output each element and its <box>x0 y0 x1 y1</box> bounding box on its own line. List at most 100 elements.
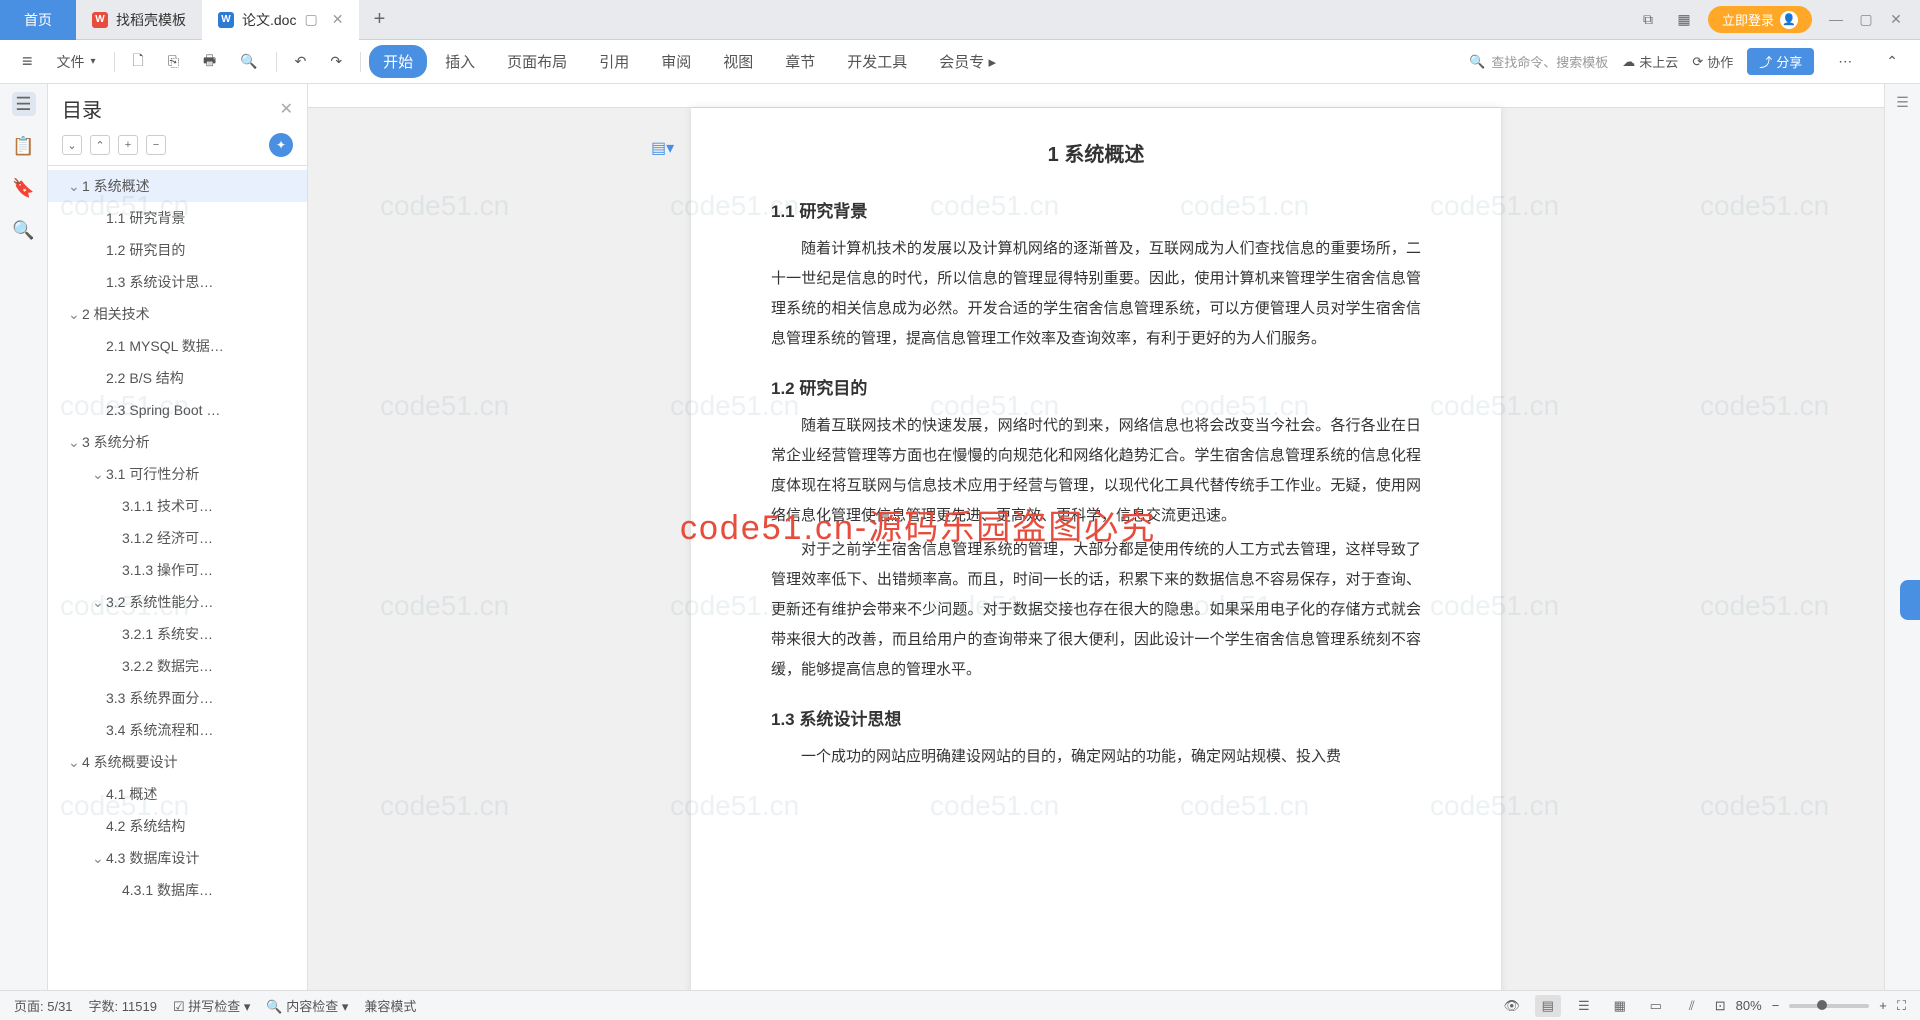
undo-icon[interactable]: ↶ <box>285 47 317 76</box>
outline-item[interactable]: ⌄3 系统分析 <box>48 426 307 458</box>
zoom-level[interactable]: 80% <box>1736 998 1762 1013</box>
outline-item[interactable]: 1.1 研究背景 <box>48 202 307 234</box>
save-icon[interactable]: 🗋 <box>123 44 154 80</box>
zoom-slider[interactable] <box>1789 1004 1869 1008</box>
outline-item[interactable]: 2.2 B/S 结构 <box>48 362 307 394</box>
search-icon: 🔍 <box>1469 54 1485 70</box>
app-icon: W <box>92 12 108 28</box>
tab-template[interactable]: W 找稻壳模板 <box>76 0 202 40</box>
login-button[interactable]: 立即登录 👤 <box>1708 6 1812 33</box>
command-search[interactable]: 🔍 查找命令、搜索模板 <box>1469 52 1608 71</box>
window-maximize[interactable]: ▢ <box>1854 11 1878 28</box>
outline-item[interactable]: ⌄1 系统概述 <box>48 170 307 202</box>
preview-icon[interactable]: 🔍 <box>230 47 267 76</box>
page-view-icon[interactable]: ▤ <box>1535 995 1561 1017</box>
ribbon-chapter[interactable]: 章节 <box>771 45 829 78</box>
outline-item[interactable]: 2.3 Spring Boot … <box>48 394 307 426</box>
more-icon[interactable]: ⋯ <box>1828 47 1862 76</box>
search-panel-icon[interactable]: 🔍 <box>12 218 36 242</box>
outline-tree[interactable]: ⌄1 系统概述1.1 研究背景1.2 研究目的1.3 系统设计思…⌄2 相关技术… <box>48 166 307 990</box>
outline-item[interactable]: ⌄3.1 可行性分析 <box>48 458 307 490</box>
minimize-tab-icon[interactable]: ▢ <box>304 11 317 28</box>
compat-mode[interactable]: 兼容模式 <box>364 996 416 1015</box>
tab-home[interactable]: 首页 <box>0 0 76 40</box>
outline-icon[interactable]: ☰ <box>12 92 36 116</box>
outline-item[interactable]: 2.1 MYSQL 数据… <box>48 330 307 362</box>
apps-icon[interactable]: ▦ <box>1672 8 1696 32</box>
window-minimize[interactable]: — <box>1824 11 1848 28</box>
outline-item[interactable]: 4.3.1 数据库… <box>48 874 307 906</box>
page-options-icon[interactable]: ▤▾ <box>651 138 674 158</box>
zoom-in-icon[interactable]: + <box>1879 998 1887 1013</box>
outline-title: 目录 <box>62 94 102 123</box>
file-menu[interactable]: 文件▾ <box>47 46 106 78</box>
side-tab[interactable] <box>1900 580 1920 620</box>
outline-item[interactable]: ⌄3.2 系统性能分… <box>48 586 307 618</box>
outline-item[interactable]: 3.1.1 技术可… <box>48 490 307 522</box>
layout-icon[interactable]: ⧉ <box>1636 8 1660 32</box>
spell-check[interactable]: ☑ 拼写检查 ▾ <box>173 996 250 1015</box>
reading-view-icon[interactable]: ▭ <box>1643 995 1669 1017</box>
outline-item[interactable]: 3.2.2 数据完… <box>48 650 307 682</box>
outline-item[interactable]: 3.1.2 经济可… <box>48 522 307 554</box>
redo-icon[interactable]: ↷ <box>320 47 352 76</box>
outline-item[interactable]: 3.2.1 系统安… <box>48 618 307 650</box>
print-icon[interactable]: 🖶 <box>193 44 226 80</box>
outline-item[interactable]: 3.4 系统流程和… <box>48 714 307 746</box>
outline-view-icon[interactable]: ☰ <box>1571 995 1597 1017</box>
split-view-icon[interactable]: ⫽ <box>1679 995 1705 1017</box>
save-as-icon[interactable]: ⎘ <box>158 47 189 76</box>
clipboard-icon[interactable]: 📋 <box>12 134 36 158</box>
collab-button[interactable]: ⟳ 协作 <box>1692 52 1733 71</box>
outline-item[interactable]: 3.1.3 操作可… <box>48 554 307 586</box>
outline-item[interactable]: 1.2 研究目的 <box>48 234 307 266</box>
outline-item[interactable]: 4.2 系统结构 <box>48 810 307 842</box>
content-check[interactable]: 🔍 内容检查 ▾ <box>266 996 348 1015</box>
expand-all-icon[interactable]: ⌃ <box>90 135 110 155</box>
ribbon-view[interactable]: 视图 <box>709 45 767 78</box>
collapse-all-icon[interactable]: ⌄ <box>62 135 82 155</box>
heading-2: 1.3 系统设计思想 <box>771 705 1421 730</box>
paragraph: 随着计算机技术的发展以及计算机网络的逐渐普及，互联网成为人们查找信息的重要场所，… <box>771 234 1421 354</box>
ribbon-layout[interactable]: 页面布局 <box>493 45 581 78</box>
ruler[interactable] <box>308 84 1884 108</box>
word-count[interactable]: 字数: 11519 <box>89 996 157 1015</box>
outline-item[interactable]: ⌄4.3 数据库设计 <box>48 842 307 874</box>
outline-item[interactable]: ⌄2 相关技术 <box>48 298 307 330</box>
ai-icon[interactable]: ✦ <box>269 133 293 157</box>
ribbon-insert[interactable]: 插入 <box>431 45 489 78</box>
remove-heading-icon[interactable]: − <box>146 135 166 155</box>
share-button[interactable]: ⤴ 分享 <box>1747 48 1814 75</box>
close-tab-icon[interactable]: ✕ <box>332 11 344 28</box>
ribbon-review[interactable]: 审阅 <box>647 45 705 78</box>
fullscreen-icon[interactable]: ⛶ <box>1897 998 1906 1014</box>
ribbon-reference[interactable]: 引用 <box>585 45 643 78</box>
menu-button[interactable]: ≡ <box>12 45 43 78</box>
outline-item[interactable]: ⌄4 系统概要设计 <box>48 746 307 778</box>
ribbon-member[interactable]: 会员专 ▸ <box>925 45 1010 78</box>
ribbon-developer[interactable]: 开发工具 <box>833 45 921 78</box>
ribbon-start[interactable]: 开始 <box>369 45 427 78</box>
outline-item[interactable]: 3.3 系统界面分… <box>48 682 307 714</box>
tab-document[interactable]: W 论文.doc ▢ ✕ <box>202 0 359 40</box>
bookmark-icon[interactable]: 🔖 <box>12 176 36 200</box>
heading-1: 1 系统概述 <box>771 138 1421 167</box>
panel-toggle-icon[interactable]: ☰ <box>1896 94 1909 111</box>
window-close[interactable]: ✕ <box>1884 11 1908 28</box>
new-tab-button[interactable]: + <box>359 8 399 31</box>
document-area[interactable]: ▤▾ 1 系统概述 1.1 研究背景随着计算机技术的发展以及计算机网络的逐渐普及… <box>308 84 1884 990</box>
focus-mode-icon[interactable]: 👁 <box>1499 995 1525 1017</box>
share-icon: ⤴ <box>1759 52 1772 71</box>
collab-icon: ⟳ <box>1692 54 1703 70</box>
web-view-icon[interactable]: ▦ <box>1607 995 1633 1017</box>
outline-item[interactable]: 4.1 概述 <box>48 778 307 810</box>
cloud-status[interactable]: ☁ 未上云 <box>1622 52 1678 71</box>
fit-width-icon[interactable]: ⊡ <box>1715 998 1726 1014</box>
close-icon[interactable]: ✕ <box>280 99 293 119</box>
outline-item[interactable]: 1.3 系统设计思… <box>48 266 307 298</box>
page-indicator[interactable]: 页面: 5/31 <box>14 996 73 1015</box>
add-heading-icon[interactable]: + <box>118 135 138 155</box>
zoom-out-icon[interactable]: − <box>1772 998 1780 1013</box>
chevron-up-icon[interactable]: ⌃ <box>1876 47 1908 76</box>
document-page[interactable]: ▤▾ 1 系统概述 1.1 研究背景随着计算机技术的发展以及计算机网络的逐渐普及… <box>691 108 1501 990</box>
